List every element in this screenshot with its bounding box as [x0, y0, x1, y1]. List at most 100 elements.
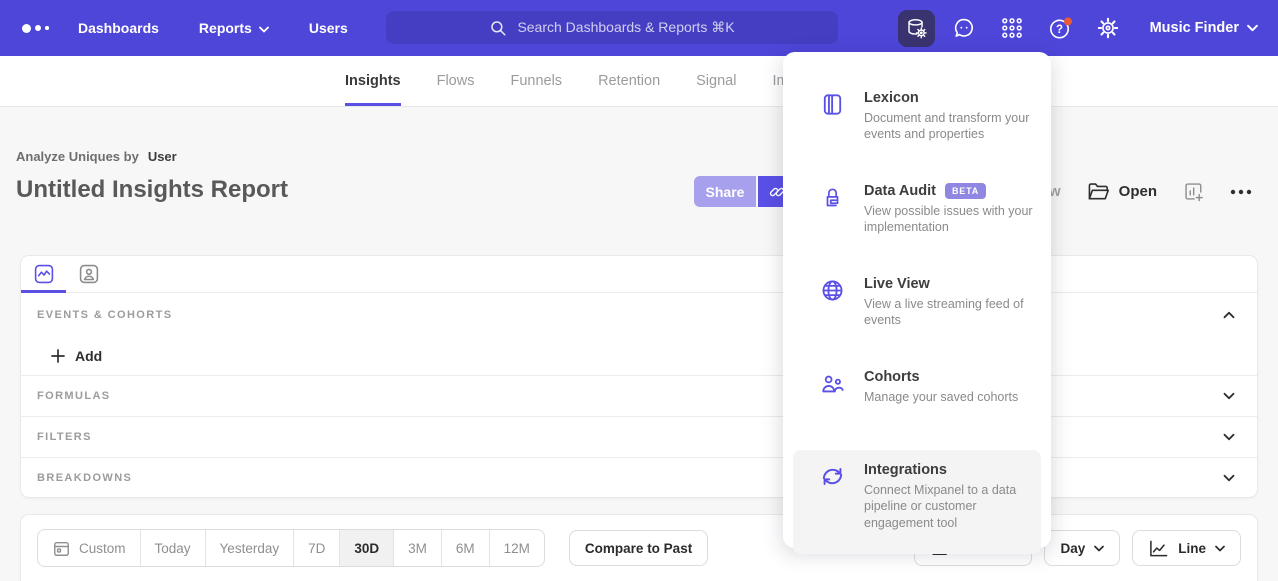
nav-item-label: Reports [199, 20, 252, 36]
date-range-label: 30D [354, 541, 379, 556]
analyze-entity-selector[interactable]: User [148, 149, 177, 164]
nav-item-dashboards[interactable]: Dashboards [78, 20, 159, 36]
report-actions: New Open [1030, 176, 1252, 207]
chevron-down-icon [259, 20, 269, 36]
data-management-button[interactable] [898, 10, 935, 47]
tab-funnels[interactable]: Funnels [510, 56, 562, 106]
section-formulas[interactable]: FORMULAS [21, 375, 1257, 416]
section-label: FILTERS [37, 431, 92, 443]
chevron-up-icon [1223, 311, 1235, 319]
menu-item-title: Data Audit [864, 183, 936, 199]
apps-grid-button[interactable] [994, 10, 1031, 47]
date-range-label: Yesterday [220, 541, 280, 556]
tab-insights[interactable]: Insights [345, 56, 401, 106]
search-icon [489, 19, 507, 37]
section-label: EVENTS & COHORTS [37, 309, 172, 321]
date-range-label: 7D [308, 541, 325, 556]
menu-item-lexicon[interactable]: Lexicon Document and transform your even… [783, 78, 1051, 171]
tab-flows[interactable]: Flows [437, 56, 475, 106]
search-input[interactable]: Search Dashboards & Reports ⌘K [386, 11, 838, 44]
tab-signal[interactable]: Signal [696, 56, 736, 106]
nav-item-reports[interactable]: Reports [199, 20, 269, 36]
beta-badge: BETA [945, 183, 986, 199]
line-chart-tab-icon [34, 264, 54, 284]
tab-label: Signal [696, 73, 736, 89]
top-nav-right: ? Music Finder [898, 0, 1258, 56]
line-chart-icon [1148, 539, 1169, 558]
menu-item-data-audit[interactable]: Data Audit BETA View possible issues wit… [783, 171, 1051, 264]
top-nav: Dashboards Reports Users Search Dashboar… [0, 0, 1278, 56]
date-range-label: 6M [456, 541, 475, 556]
chart-add-icon [1183, 181, 1204, 202]
menu-item-title: Live View [864, 276, 930, 292]
chart-controls-panel: Custom Today Yesterday 7D 30D 3M 6M 12M … [20, 514, 1258, 581]
menu-item-title: Integrations [864, 462, 947, 478]
tab-metrics-view[interactable] [21, 256, 66, 292]
section-label: BREAKDOWNS [37, 472, 132, 484]
section-events-cohorts[interactable]: EVENTS & COHORTS [21, 293, 1257, 337]
date-range-custom[interactable]: Custom [38, 530, 140, 566]
granularity-dropdown[interactable]: Day [1044, 530, 1120, 566]
date-range-label: 12M [504, 541, 530, 556]
date-range-12m[interactable]: 12M [489, 530, 544, 566]
date-range-30d[interactable]: 30D [339, 530, 393, 566]
apps-grid-icon [1000, 16, 1024, 40]
section-label: FORMULAS [37, 390, 111, 402]
mixpanel-logo[interactable] [22, 0, 49, 56]
menu-item-cohorts[interactable]: Cohorts Manage your saved cohorts [783, 357, 1051, 450]
plus-icon [51, 349, 65, 363]
database-gear-icon [905, 17, 928, 40]
chevron-down-icon [1223, 433, 1235, 441]
menu-item-title: Cohorts [864, 369, 920, 385]
date-range-7d[interactable]: 7D [293, 530, 339, 566]
menu-item-live-view[interactable]: Live View View a live streaming feed of … [783, 264, 1051, 357]
report-tab-bar: Insights Flows Funnels Retention Signal … [0, 56, 1278, 107]
tab-retention[interactable]: Retention [598, 56, 660, 106]
project-switcher[interactable]: Music Finder [1150, 20, 1258, 36]
help-icon: ? [1048, 16, 1073, 41]
menu-item-integrations[interactable]: Integrations Connect Mixpanel to a data … [793, 450, 1041, 554]
chart-controls-bar: Custom Today Yesterday 7D 30D 3M 6M 12M … [21, 515, 1257, 567]
analyze-prefix: Analyze Uniques by [16, 149, 139, 164]
nav-item-users[interactable]: Users [309, 20, 348, 36]
notification-dot [1064, 17, 1072, 25]
add-event-button[interactable]: Add [21, 337, 1257, 375]
profile-tab-icon [79, 264, 99, 284]
project-name: Music Finder [1150, 20, 1239, 36]
section-breakdowns[interactable]: BREAKDOWNS [21, 457, 1257, 498]
chevron-down-icon [1094, 545, 1104, 552]
share-button[interactable]: Share [694, 176, 756, 207]
query-builder-panel: EVENTS & COHORTS Add FORMULAS FILTERS BR… [20, 255, 1258, 498]
settings-button[interactable] [1090, 10, 1127, 47]
live-view-globe-icon [819, 277, 846, 309]
chart-type-dropdown[interactable]: Line [1132, 530, 1241, 566]
compare-to-past-button[interactable]: Compare to Past [569, 530, 708, 566]
add-to-board-button[interactable] [1183, 181, 1204, 202]
tab-label: Flows [437, 73, 475, 89]
chevron-down-icon [1247, 20, 1258, 36]
date-range-today[interactable]: Today [140, 530, 205, 566]
tab-profiles-view[interactable] [66, 256, 111, 292]
report-title[interactable]: Untitled Insights Report [16, 176, 288, 204]
date-range-3m[interactable]: 3M [393, 530, 441, 566]
compare-label: Compare to Past [585, 541, 692, 556]
help-button[interactable]: ? [1042, 10, 1079, 47]
section-filters[interactable]: FILTERS [21, 416, 1257, 457]
more-options-button[interactable] [1230, 189, 1252, 195]
search-placeholder: Search Dashboards & Reports ⌘K [517, 19, 734, 36]
open-report-button[interactable]: Open [1087, 181, 1157, 202]
feedback-button[interactable] [946, 10, 983, 47]
data-audit-lock-icon [819, 184, 846, 216]
date-range-yesterday[interactable]: Yesterday [205, 530, 294, 566]
date-range-6m[interactable]: 6M [441, 530, 489, 566]
menu-item-description: View possible issues with your implement… [864, 203, 1046, 236]
lexicon-book-icon [819, 91, 846, 123]
share-label: Share [706, 184, 745, 200]
tab-label: Funnels [510, 73, 562, 89]
tab-label: Retention [598, 73, 660, 89]
analyze-line: Analyze Uniques by User [16, 149, 177, 164]
chevron-down-icon [1215, 545, 1225, 552]
ellipsis-icon [1230, 189, 1252, 195]
nav-item-label: Users [309, 20, 348, 36]
chart-type-label: Line [1178, 541, 1206, 556]
